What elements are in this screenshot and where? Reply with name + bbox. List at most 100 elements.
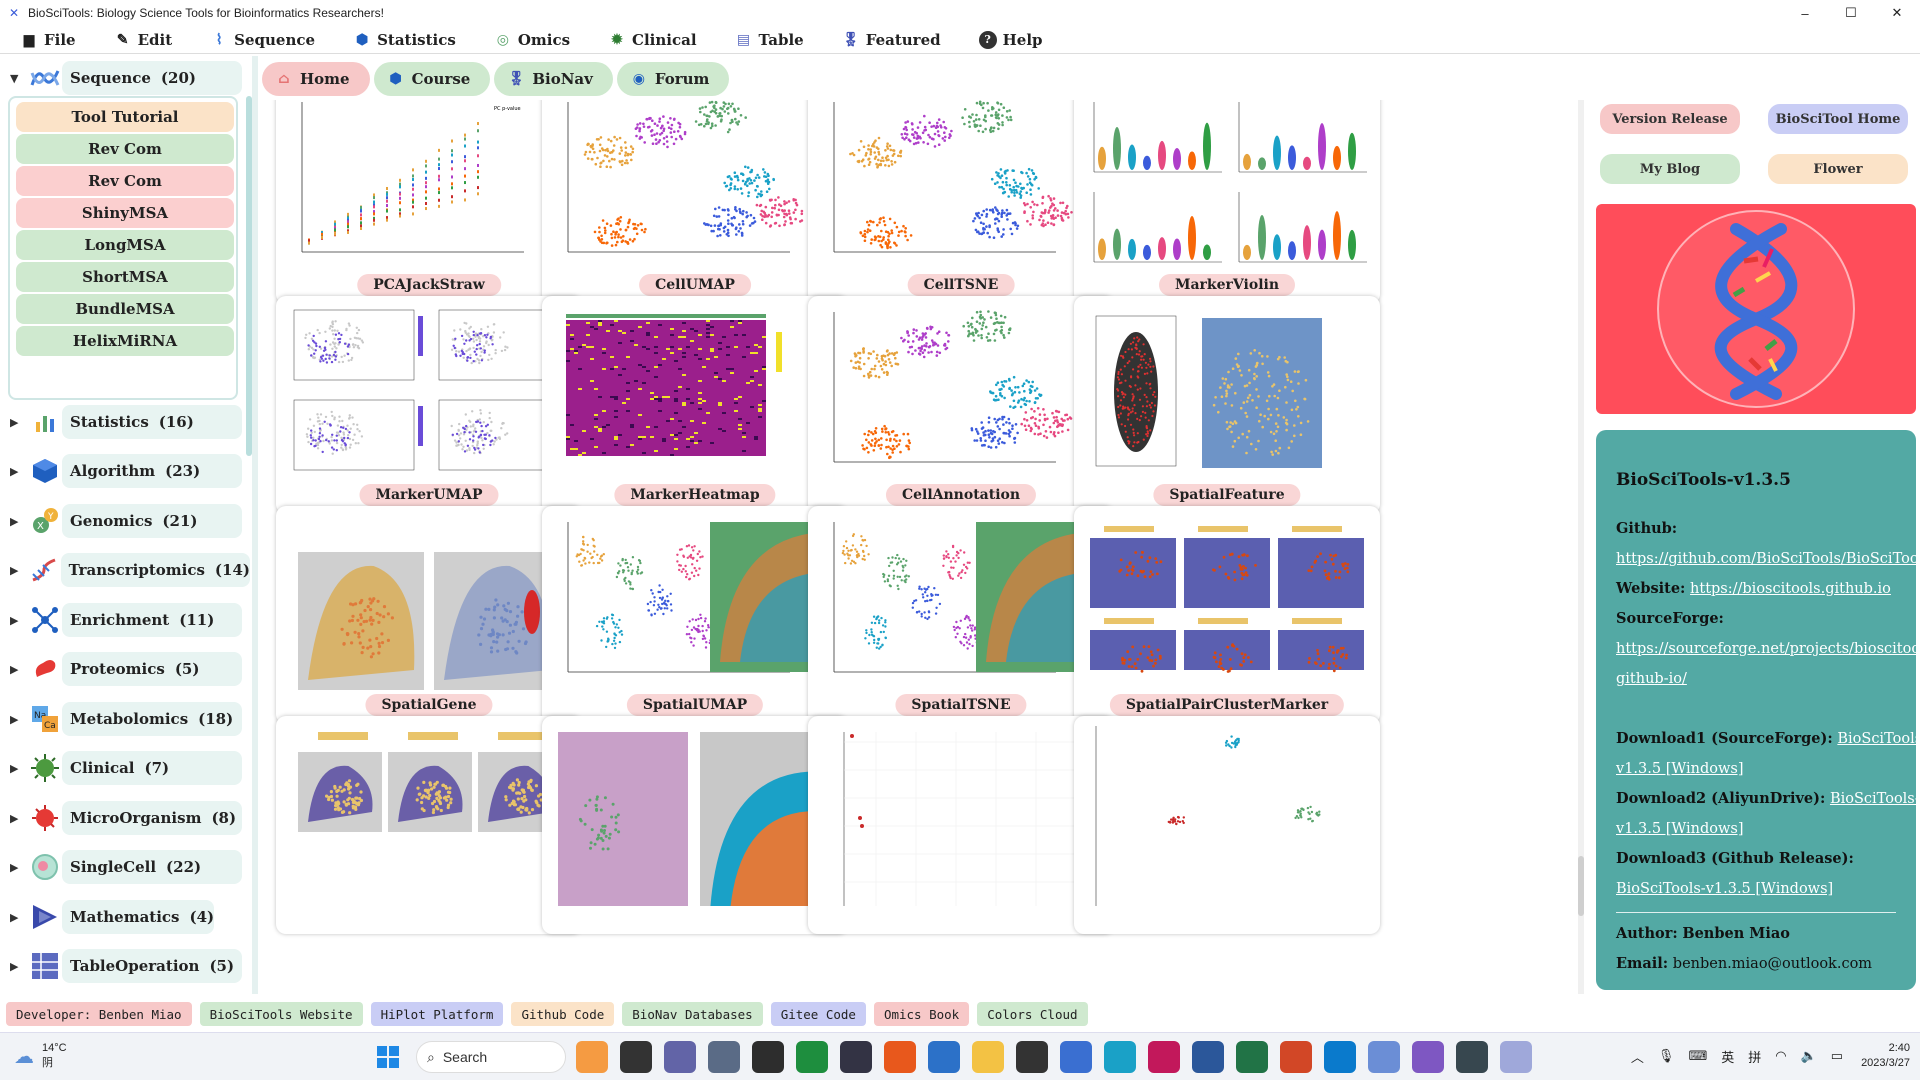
tab-bionav[interactable]: 🎖 BioNav bbox=[494, 62, 613, 96]
clock[interactable]: 2:40 2023/3/27 bbox=[1861, 1041, 1910, 1071]
tool-card[interactable]: CellTSNE bbox=[808, 100, 1114, 304]
sticky-notes-icon[interactable] bbox=[1016, 1041, 1048, 1073]
taskbar-search[interactable]: ⌕ Search bbox=[416, 1041, 566, 1073]
download2-link[interactable]: BioSciTools- bbox=[1830, 791, 1916, 807]
tool-card[interactable]: MarkerHeatmap bbox=[542, 296, 848, 514]
website-link[interactable]: https://bioscitools.github.io bbox=[1690, 581, 1891, 597]
volume-icon[interactable]: 🔈 bbox=[1801, 1048, 1817, 1064]
sourceforge-link-cont[interactable]: github-io/ bbox=[1616, 671, 1687, 687]
download2-link-cont[interactable]: v1.3.5 [Windows] bbox=[1616, 821, 1744, 837]
tool-button[interactable]: Tool Tutorial bbox=[16, 102, 234, 132]
download3-link[interactable]: BioSciTools-v1.3.5 [Windows] bbox=[1616, 881, 1833, 897]
ime-pinyin[interactable]: 拼 bbox=[1748, 1047, 1761, 1066]
menu-statistics[interactable]: ⬢ Statistics bbox=[353, 31, 456, 49]
app-red-icon[interactable] bbox=[1148, 1041, 1180, 1073]
category-statistics[interactable]: ▶ Statistics (16) bbox=[0, 400, 250, 444]
omics-book-link[interactable]: Omics Book bbox=[873, 1002, 970, 1026]
tool-button[interactable]: ShinyMSA bbox=[16, 198, 234, 228]
tab-forum[interactable]: ◉ Forum bbox=[616, 62, 730, 96]
menu-file[interactable]: ▆ File bbox=[20, 31, 76, 49]
keyboard-icon[interactable]: ⌨ bbox=[1688, 1048, 1707, 1064]
my-blog-button[interactable]: My Blog bbox=[1600, 154, 1740, 184]
tool-card[interactable]: SpatialUMAP bbox=[542, 506, 848, 724]
edge-icon[interactable] bbox=[1104, 1041, 1136, 1073]
website-link-button[interactable]: BioSciTools Website bbox=[199, 1002, 363, 1026]
category-clinical[interactable]: ▶ Clinical (7) bbox=[0, 746, 250, 790]
settings-icon[interactable] bbox=[708, 1041, 740, 1073]
menu-omics[interactable]: ◎ Omics bbox=[494, 31, 570, 49]
start-button[interactable] bbox=[372, 1041, 404, 1073]
tool-button[interactable]: Rev Com bbox=[16, 166, 234, 196]
powerpoint-icon[interactable] bbox=[1280, 1041, 1312, 1073]
tool-card[interactable] bbox=[808, 716, 1114, 934]
vscode-icon[interactable] bbox=[1324, 1041, 1356, 1073]
github-code-link[interactable]: Github Code bbox=[511, 1002, 615, 1026]
tool-button[interactable]: BundleMSA bbox=[16, 294, 234, 324]
store-icon[interactable] bbox=[1060, 1041, 1092, 1073]
bionav-databases-link[interactable]: BioNav Databases bbox=[622, 1002, 763, 1026]
word-icon[interactable] bbox=[1192, 1041, 1224, 1073]
hiplot-link[interactable]: HiPlot Platform bbox=[370, 1002, 504, 1026]
flower-button[interactable]: Flower bbox=[1768, 154, 1908, 184]
gallery-scrollbar[interactable] bbox=[1578, 100, 1584, 994]
category-mathematics[interactable]: ▶ Mathematics (4) bbox=[0, 895, 250, 939]
tool-card[interactable]: SpatialTSNE bbox=[808, 506, 1114, 724]
gitee-code-link[interactable]: Gitee Code bbox=[770, 1002, 866, 1026]
developer-link[interactable]: Developer: Benben Miao bbox=[6, 1002, 192, 1026]
menu-sequence[interactable]: ⌇ Sequence bbox=[210, 31, 315, 49]
menu-edit[interactable]: ✎ Edit bbox=[114, 31, 172, 49]
category-metabolomics[interactable]: ▶ Na Ca Metabolomics (18) bbox=[0, 697, 250, 741]
tool-card[interactable]: SpatialPairClusterMarker bbox=[1074, 506, 1380, 724]
sidebar-splitter[interactable] bbox=[252, 56, 258, 994]
category-genomics[interactable]: ▶ XY Genomics (21) bbox=[0, 499, 250, 543]
tool-card[interactable]: PC p-value PCAJackStraw bbox=[276, 100, 582, 304]
tool-button[interactable]: ShortMSA bbox=[16, 262, 234, 292]
category-sequence[interactable]: ▼ Sequence (20) bbox=[0, 56, 250, 100]
ime-mode[interactable]: 英 bbox=[1721, 1047, 1734, 1066]
tool-button[interactable]: HelixMiRNA bbox=[16, 326, 234, 356]
microphone-icon[interactable]: 🎙 bbox=[1658, 1048, 1675, 1064]
r-icon[interactable] bbox=[1368, 1041, 1400, 1073]
category-transcriptomics[interactable]: ▶ Transcriptomics (14) bbox=[0, 548, 250, 592]
office-icon[interactable] bbox=[884, 1041, 916, 1073]
excel-icon[interactable] bbox=[1236, 1041, 1268, 1073]
download1-link[interactable]: BioSciTools- bbox=[1837, 731, 1916, 747]
tool-card[interactable] bbox=[542, 716, 848, 934]
tool-button[interactable]: LongMSA bbox=[16, 230, 234, 260]
category-tableoperation[interactable]: ▶ TableOperation (5) bbox=[0, 944, 250, 988]
version-release-button[interactable]: Version Release bbox=[1600, 104, 1740, 134]
tool-card[interactable]: CellAnnotation bbox=[808, 296, 1114, 514]
weather-widget[interactable]: ☁ 14°C 阴 bbox=[14, 1041, 67, 1071]
tool-card[interactable]: MarkerUMAP bbox=[276, 296, 582, 514]
tab-home[interactable]: ⌂ Home bbox=[262, 62, 370, 96]
scrollbar-thumb[interactable] bbox=[1578, 856, 1584, 916]
tool-card[interactable]: CellUMAP bbox=[542, 100, 848, 304]
category-singlecell[interactable]: ▶ SingleCell (22) bbox=[0, 845, 250, 889]
download1-link-cont[interactable]: v1.3.5 [Windows] bbox=[1616, 761, 1744, 777]
category-algorithm[interactable]: ▶ Algorithm (23) bbox=[0, 449, 250, 493]
globe-icon[interactable] bbox=[1456, 1041, 1488, 1073]
category-enrichment[interactable]: ▶ Enrichment (11) bbox=[0, 598, 250, 642]
close-button[interactable]: ✕ bbox=[1874, 0, 1920, 26]
maximize-button[interactable]: ☐ bbox=[1828, 0, 1874, 26]
menu-table[interactable]: ▤ Table bbox=[735, 31, 804, 49]
menu-featured[interactable]: 🎖 Featured bbox=[842, 31, 941, 49]
task-view-icon[interactable] bbox=[620, 1041, 652, 1073]
category-proteomics[interactable]: ▶ Proteomics (5) bbox=[0, 647, 250, 691]
photos-icon[interactable] bbox=[576, 1041, 608, 1073]
terminal-icon[interactable] bbox=[752, 1041, 784, 1073]
colors-cloud-link[interactable]: Colors Cloud bbox=[977, 1002, 1088, 1026]
visual-studio-icon[interactable] bbox=[1412, 1041, 1444, 1073]
tool-card[interactable] bbox=[1074, 716, 1380, 934]
category-microorganism[interactable]: ▶ MicroOrganism (8) bbox=[0, 796, 250, 840]
github-link[interactable]: https://github.com/BioSciTools/BioSciToo… bbox=[1616, 551, 1916, 567]
tab-course[interactable]: ⬢ Course bbox=[373, 62, 491, 96]
sheets-icon[interactable] bbox=[796, 1041, 828, 1073]
tool-card[interactable]: MarkerViolin bbox=[1074, 100, 1380, 304]
tool-button[interactable]: Rev Com bbox=[16, 134, 234, 164]
tool-card[interactable]: SpatialFeature bbox=[1074, 296, 1380, 514]
tool-card[interactable] bbox=[276, 716, 582, 934]
menu-clinical[interactable]: ✹ Clinical bbox=[608, 31, 696, 49]
minimize-button[interactable]: – bbox=[1782, 0, 1828, 26]
chevron-up-icon[interactable]: ︿ bbox=[1631, 1047, 1644, 1066]
